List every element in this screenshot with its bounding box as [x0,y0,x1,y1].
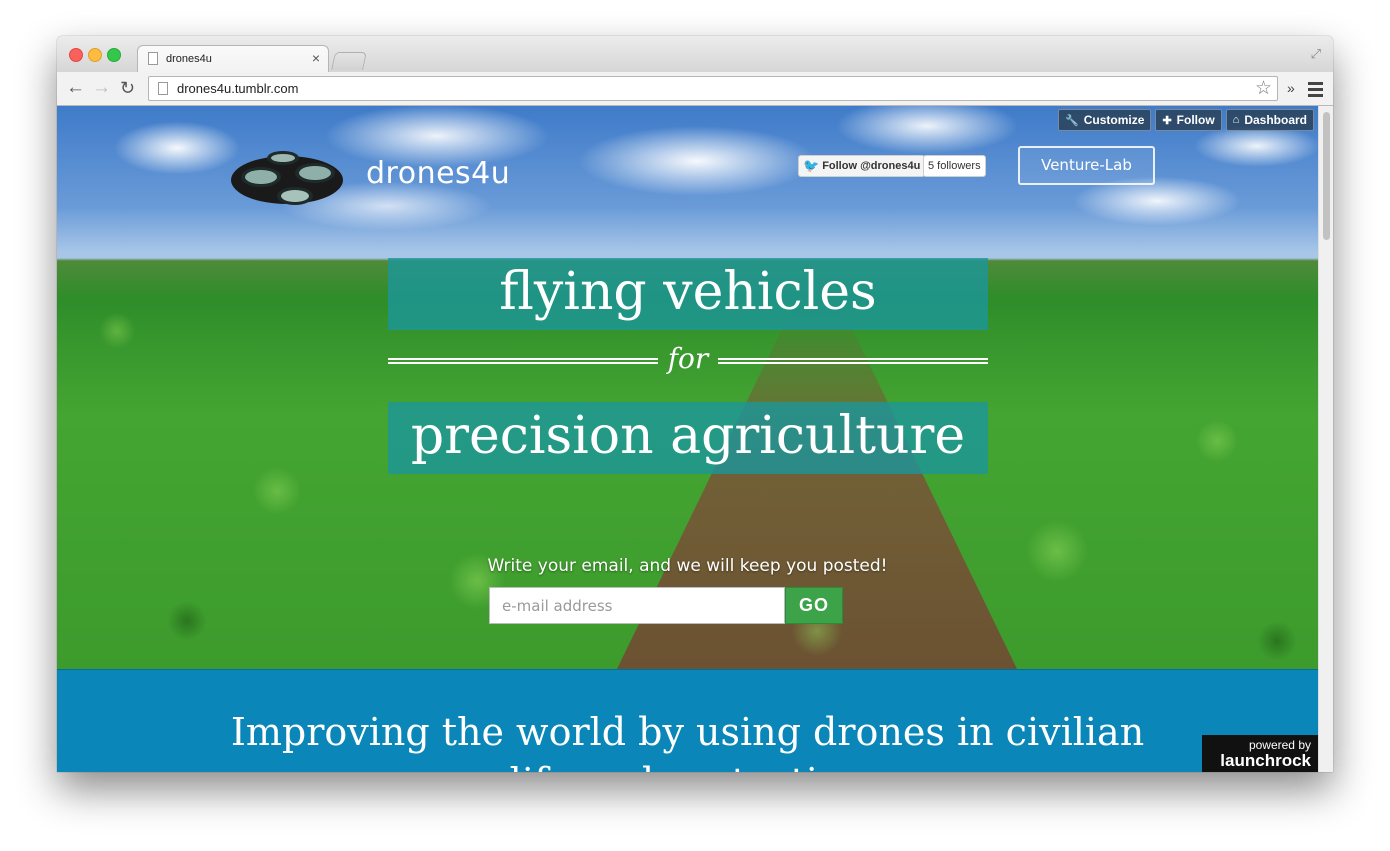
dashboard-button[interactable]: ⌂ Dashboard [1225,109,1314,131]
headline-line-1: flying vehicles [388,258,988,330]
scrollbar-thumb[interactable] [1323,112,1330,240]
address-bar[interactable]: drones4u.tumblr.com ☆ [148,76,1278,101]
customize-button[interactable]: 🔧 Customize [1058,109,1152,131]
drone-logo-icon[interactable] [227,148,347,212]
go-button[interactable]: GO [785,587,843,624]
follow-button[interactable]: ✚ Follow [1155,109,1222,131]
launchrock-logo: launchrock [1220,751,1311,770]
dashboard-label: Dashboard [1244,113,1307,127]
headline-line-2: precision agriculture [388,402,988,474]
menu-icon[interactable] [1308,82,1323,100]
tab-bar: drones4u × ⤢ [57,36,1333,73]
page-viewport: 🔧 Customize ✚ Follow ⌂ Dashboard drones4… [57,106,1318,772]
tumblr-controls: 🔧 Customize ✚ Follow ⌂ Dashboard [1058,109,1314,131]
new-tab-button[interactable] [331,52,367,70]
back-arrow-icon[interactable]: ← [66,76,85,100]
hero-section: 🔧 Customize ✚ Follow ⌂ Dashboard drones4… [57,106,1318,669]
page-icon [158,82,168,95]
headline-connector: for [388,342,988,376]
minimize-window-button[interactable] [88,48,102,62]
close-tab-icon[interactable]: × [312,50,320,66]
forward-arrow-icon[interactable]: → [92,76,111,100]
mission-section: Improving the world by using drones in c… [57,669,1318,772]
mission-tagline-continued: life and protection [57,760,1318,772]
reload-icon[interactable]: ↻ [120,76,135,100]
wrench-icon: 🔧 [1065,114,1079,127]
twitter-bird-icon: 🐦 [803,158,820,173]
divider-right [718,358,988,364]
twitter-follow-button[interactable]: 🐦 Follow @drones4u [798,155,926,177]
powered-by-label: powered by [1248,738,1311,752]
tab-drones4u[interactable]: drones4u × [137,45,329,73]
venture-lab-button[interactable]: Venture-Lab [1018,146,1155,185]
browser-toolbar: ← → ↻ drones4u.tumblr.com ☆ » [57,72,1333,106]
launchrock-badge[interactable]: powered by launchrock [1202,735,1318,772]
home-icon: ⌂ [1232,114,1240,126]
extensions-chevron-icon[interactable]: » [1287,80,1295,96]
close-window-button[interactable] [69,48,83,62]
url-text: drones4u.tumblr.com [177,81,299,96]
followers-count[interactable]: 5 followers [923,155,986,177]
mission-tagline: Improving the world by using drones in c… [230,710,1145,754]
scrollbar[interactable] [1318,106,1333,772]
zoom-window-button[interactable] [107,48,121,62]
fullscreen-icon[interactable]: ⤢ [1311,46,1321,62]
follow-label: Follow [1176,113,1215,127]
page-icon [148,52,158,65]
site-name[interactable]: drones4u [366,156,510,191]
connector-text: for [667,342,709,375]
browser-window: drones4u × ⤢ ← → ↻ drones4u.tumblr.com ☆… [57,36,1333,772]
customize-label: Customize [1083,113,1145,127]
email-field[interactable] [489,587,785,624]
divider-left [388,358,658,364]
twitter-follow-label: Follow @drones4u [822,160,921,172]
signup-prompt: Write your email, and we will keep you p… [487,556,888,576]
plus-icon: ✚ [1162,114,1172,127]
tab-title: drones4u [166,53,212,65]
bookmark-star-icon[interactable]: ☆ [1255,77,1272,100]
